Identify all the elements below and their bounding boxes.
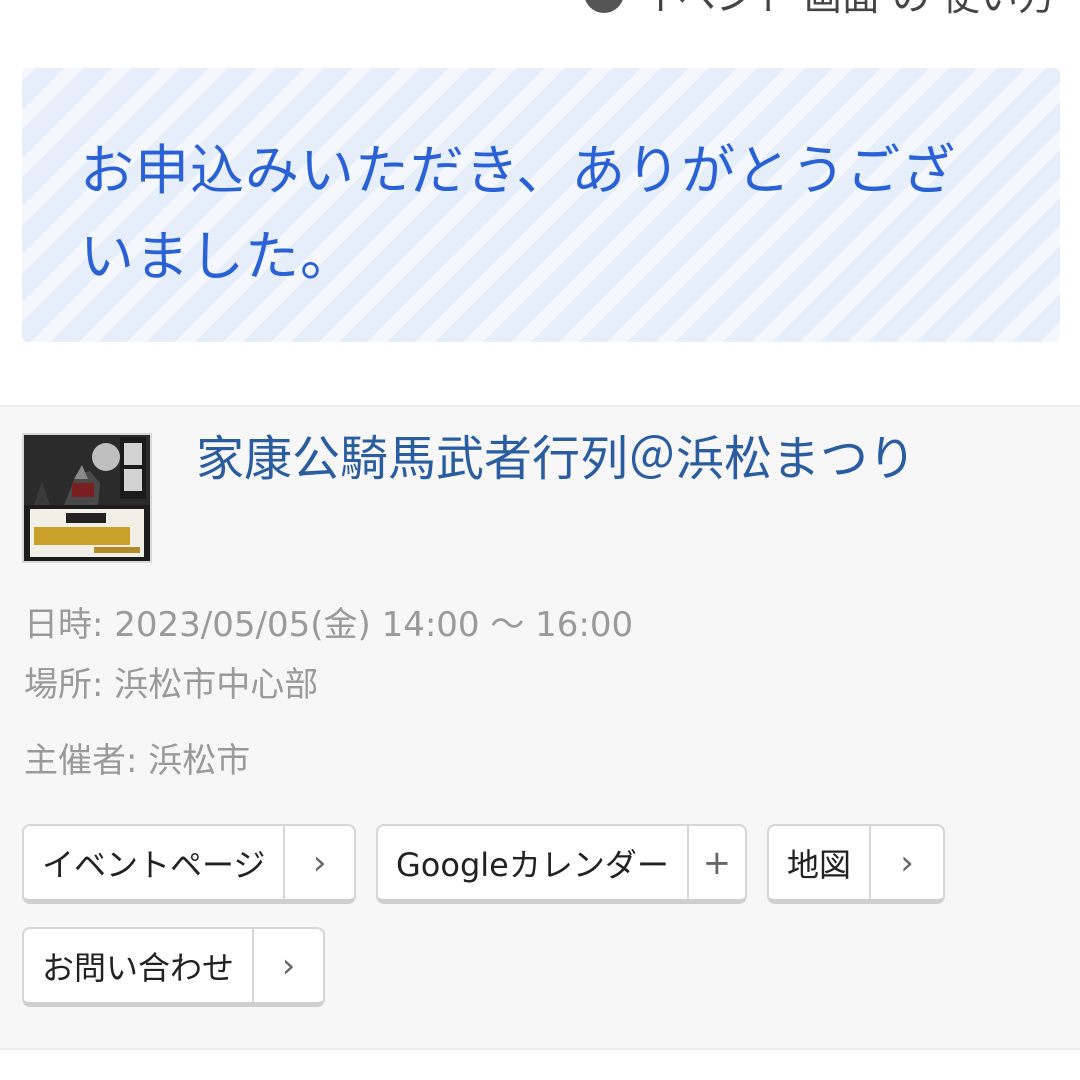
event-organizer: 主催者: 浜松市: [24, 741, 251, 781]
event-title[interactable]: 家康公騎馬武者行列＠浜松まつり: [196, 427, 916, 491]
map-label: 地図: [787, 845, 852, 884]
google-calendar-button[interactable]: Googleカレンダー +: [376, 824, 747, 904]
page: イベント 画面 の 使い方 お申込みいただき、ありがとうございました。: [0, 0, 1080, 1080]
question-circle-icon: [583, 0, 624, 13]
banner-inner: お申込みいただき、ありがとうございました。: [34, 80, 1048, 330]
chevron-right-icon: ›: [252, 929, 323, 1002]
event-page-label: イベントページ: [42, 845, 266, 884]
thank-you-banner: お申込みいただき、ありがとうございました。: [22, 68, 1060, 342]
map-button[interactable]: 地図 ›: [767, 824, 945, 904]
top-header-cut[interactable]: イベント 画面 の 使い方: [583, 0, 1056, 19]
contact-button[interactable]: お問い合わせ ›: [22, 927, 325, 1007]
google-calendar-label: Googleカレンダー: [396, 845, 669, 884]
contact-label: お問い合わせ: [42, 948, 235, 987]
thank-you-message: お申込みいただき、ありがとうございました。: [80, 139, 957, 288]
chevron-right-icon: ›: [283, 826, 354, 899]
event-place: 場所: 浜松市中心部: [24, 665, 319, 705]
event-page-button[interactable]: イベントページ ›: [22, 824, 356, 904]
event-poster-image: [24, 435, 150, 561]
plus-icon: +: [686, 826, 745, 899]
header-cut-text: イベント 画面 の 使い方: [640, 0, 1056, 21]
event-date: 日時: 2023/05/05(金) 14:00 〜 16:00: [24, 605, 634, 645]
chevron-right-icon: ›: [869, 826, 943, 899]
event-card: 家康公騎馬武者行列＠浜松まつり 日時: 2023/05/05(金) 14:00 …: [0, 405, 1080, 1050]
event-thumbnail[interactable]: [22, 433, 152, 563]
